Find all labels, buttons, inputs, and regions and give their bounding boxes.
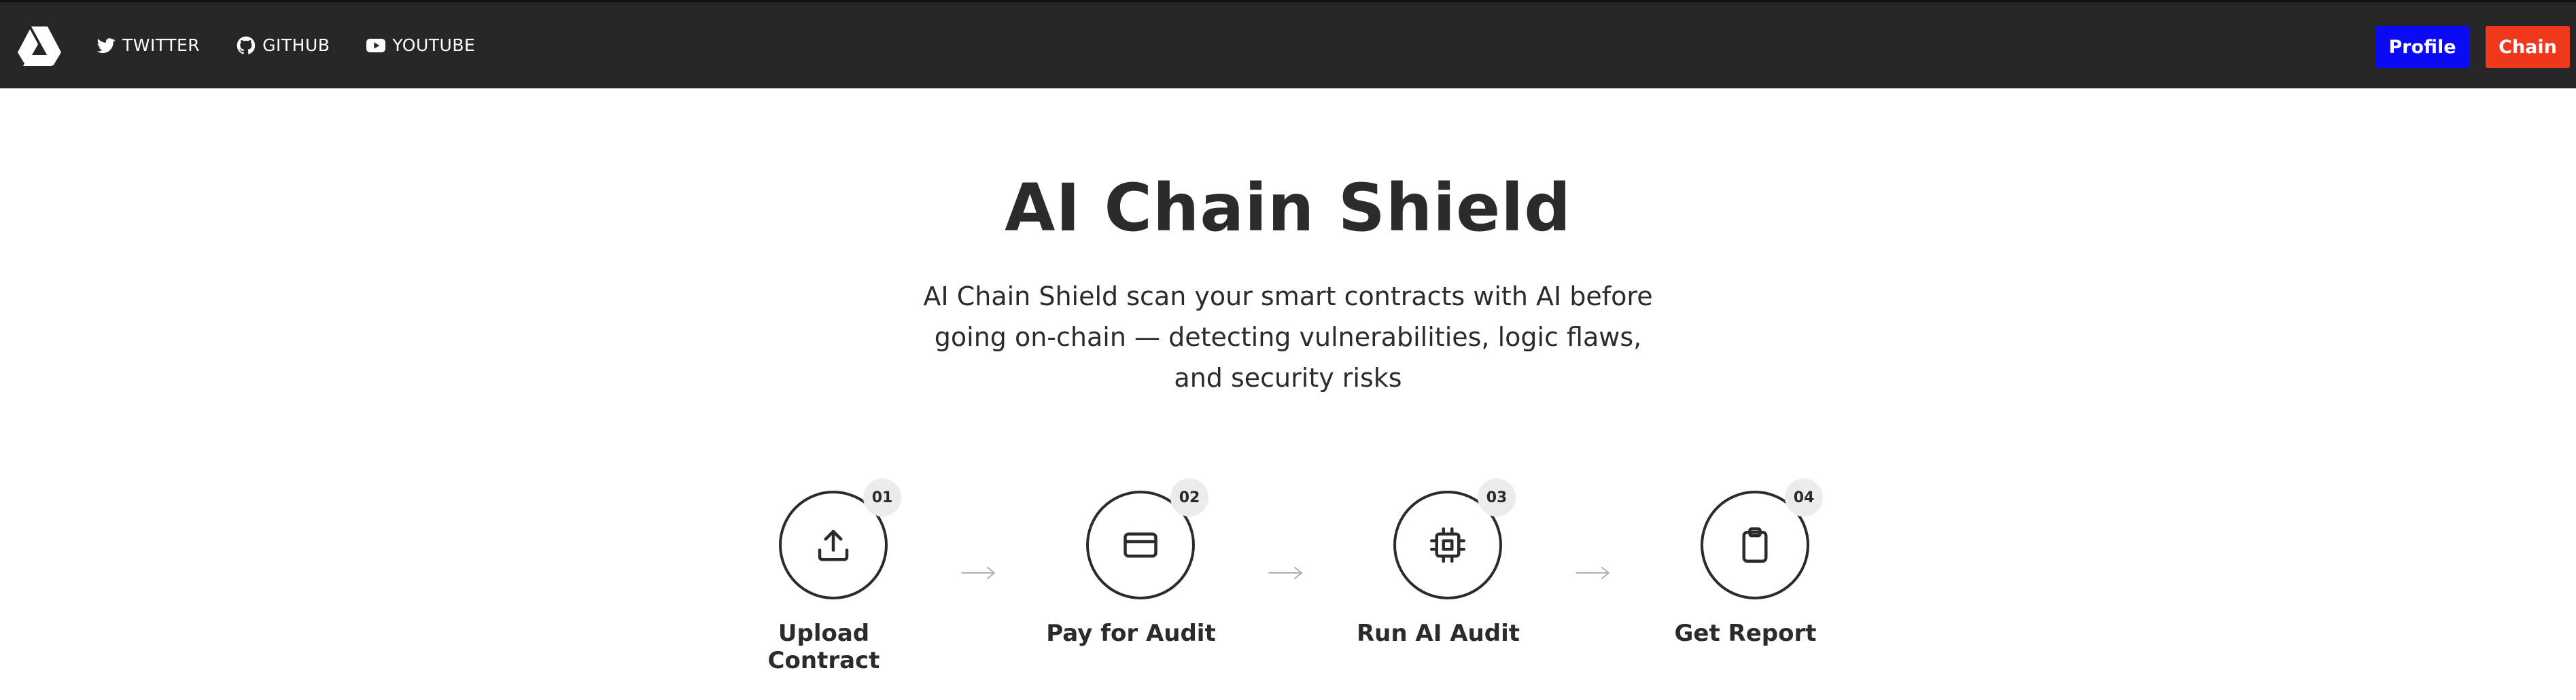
step-number-badge: 03 [1478, 478, 1516, 517]
top-navigation-bar: TWITTER GITHUB YOUTUBE Profile Chain [0, 0, 2576, 88]
hero-description: AI Chain Shield scan your smart contract… [923, 281, 1653, 393]
upload-icon [818, 529, 849, 561]
arrow-right-icon [1268, 567, 1302, 579]
twitter-link-label: TWITTER [122, 35, 201, 55]
arrow-right-icon [1576, 567, 1609, 579]
step-label: Run AI Audit [1357, 620, 1520, 647]
chain-button[interactable]: Chain [2486, 26, 2570, 68]
social-links: TWITTER GITHUB YOUTUBE [95, 2, 475, 88]
clipboard-icon [1742, 527, 1768, 563]
triangle-logo-icon[interactable] [16, 25, 63, 67]
youtube-icon [366, 38, 386, 52]
profile-button[interactable]: Profile [2375, 26, 2469, 68]
step-number-badge: 01 [863, 478, 901, 517]
credit-card-icon [1124, 532, 1158, 558]
arrow-right-icon [961, 567, 995, 579]
step-label: Get Report [1674, 620, 1817, 647]
github-icon [237, 36, 256, 54]
page-title: AI Chain Shield [1005, 170, 1571, 246]
step-label: Upload Contract [767, 620, 880, 674]
youtube-link-label: YOUTUBE [392, 35, 476, 55]
step-label: Pay for Audit [1046, 620, 1216, 647]
twitter-icon [97, 37, 116, 53]
youtube-link[interactable]: YOUTUBE [365, 35, 475, 56]
github-link-label: GITHUB [262, 35, 330, 55]
step-number-badge: 04 [1785, 478, 1823, 517]
twitter-link[interactable]: TWITTER [95, 35, 200, 56]
cpu-chip-icon [1430, 527, 1465, 563]
github-link[interactable]: GITHUB [235, 35, 330, 56]
step-number-badge: 02 [1170, 478, 1208, 517]
